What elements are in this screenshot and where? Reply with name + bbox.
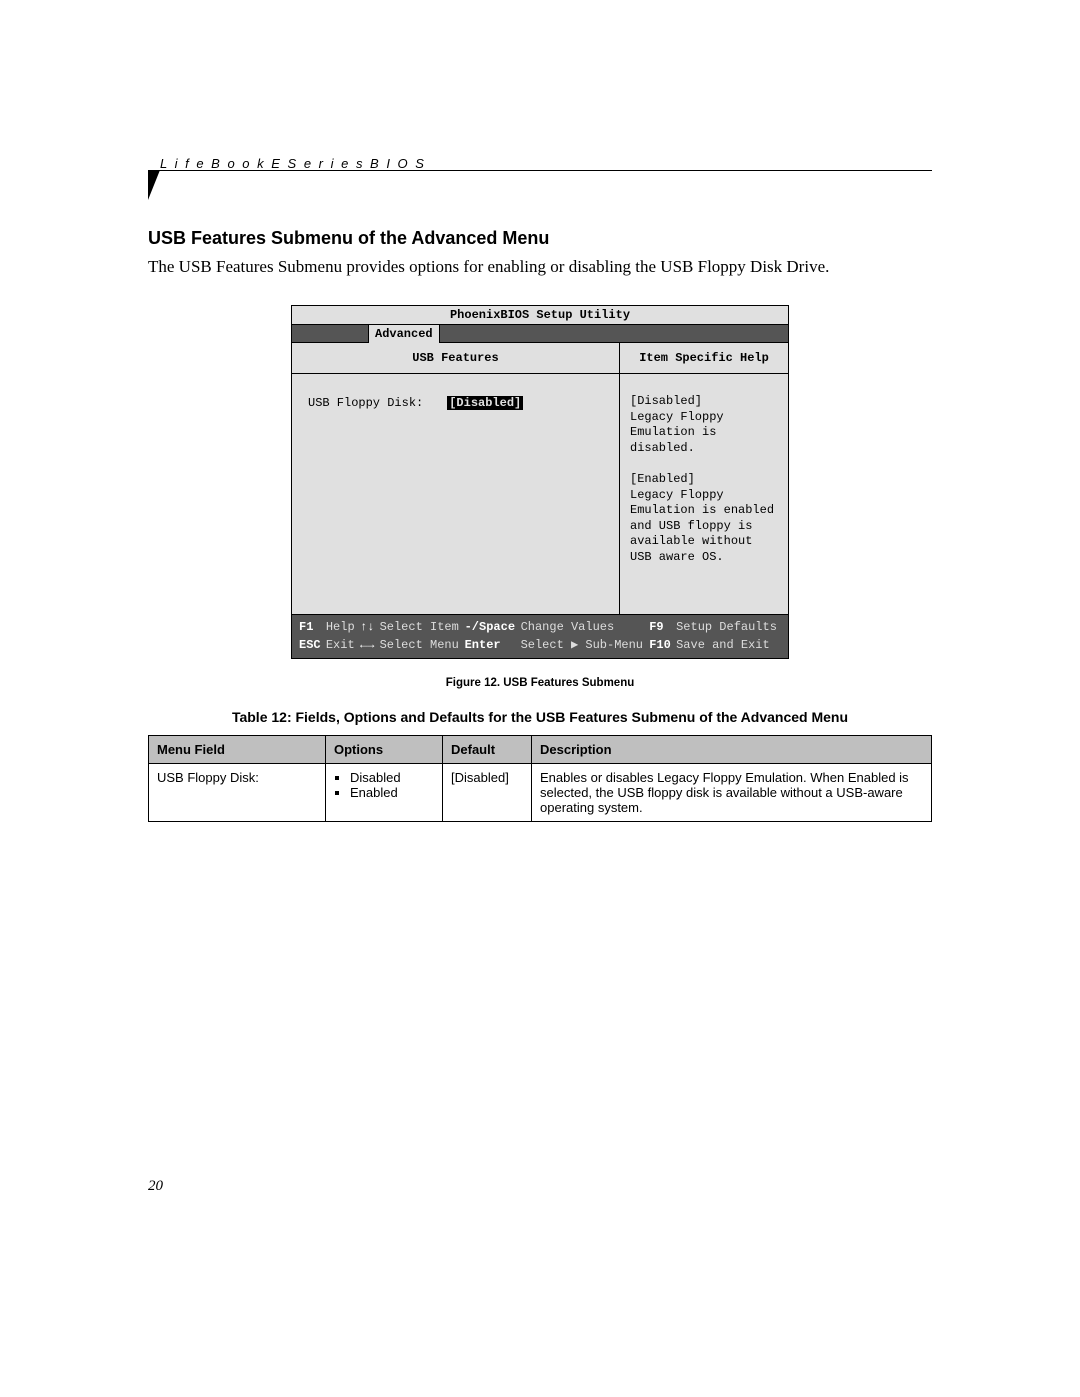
bios-action-help: Help (325, 618, 359, 636)
bios-action-exit: Exit (325, 636, 359, 654)
bios-action-setup-defaults: Setup Defaults (675, 618, 782, 636)
option-disabled: Disabled (350, 770, 434, 785)
td-default: [Disabled] (443, 764, 532, 822)
figure-caption: Figure 12. USB Features Submenu (148, 677, 932, 689)
page-number: 20 (148, 1178, 163, 1195)
section-heading: USB Features Submenu of the Advanced Men… (148, 228, 932, 249)
bios-key-esc[interactable]: ESC (299, 638, 321, 652)
td-description: Enables or disables Legacy Floppy Emulat… (532, 764, 932, 822)
bios-setting-value[interactable]: [Disabled] (447, 396, 523, 410)
intro-paragraph: The USB Features Submenu provides option… (148, 257, 932, 277)
table-caption: Table 12: Fields, Options and Defaults f… (148, 709, 932, 725)
td-options: Disabled Enabled (326, 764, 443, 822)
bios-right-pane-title: Item Specific Help (620, 343, 788, 373)
td-field: USB Floppy Disk: (149, 764, 326, 822)
running-head: L i f e B o o k E S e r i e s B I O S (148, 160, 932, 190)
table-row: USB Floppy Disk: Disabled Enabled [Disab… (149, 764, 932, 822)
th-menu-field: Menu Field (149, 736, 326, 764)
bios-left-pane-title: USB Features (292, 343, 620, 373)
option-enabled: Enabled (350, 785, 434, 800)
bios-title: PhoenixBIOS Setup Utility (292, 306, 788, 325)
bios-action-select-item: Select Item (379, 618, 464, 636)
bios-key-f10[interactable]: F10 (649, 638, 671, 652)
running-head-text: L i f e B o o k E S e r i e s B I O S (160, 156, 426, 171)
bios-subheader: USB Features Item Specific Help (292, 343, 788, 374)
bios-tab-advanced[interactable]: Advanced (368, 325, 440, 343)
bios-action-change-values: Change Values (520, 618, 649, 636)
bios-action-save-exit: Save and Exit (675, 636, 782, 654)
options-table: Menu Field Options Default Description U… (148, 735, 932, 822)
bios-footer: F1 Help ↑↓ Select Item -/Space Change Va… (292, 614, 788, 658)
th-options: Options (326, 736, 443, 764)
bios-help-pane: [Disabled] Legacy Floppy Emulation is di… (620, 374, 788, 614)
bios-key-minus-space[interactable]: -/Space (465, 620, 515, 634)
bios-key-leftright[interactable]: ←→ (360, 638, 374, 652)
th-description: Description (532, 736, 932, 764)
bios-settings-pane: USB Floppy Disk: [Disabled] (292, 374, 620, 614)
bios-setting-usb-floppy[interactable]: USB Floppy Disk: [Disabled] (308, 396, 603, 410)
bios-key-f1[interactable]: F1 (299, 620, 313, 634)
bios-key-f9[interactable]: F9 (649, 620, 663, 634)
bios-tab-spacer (440, 325, 788, 343)
bios-tabbar: Advanced (292, 325, 788, 343)
bios-setting-label: USB Floppy Disk: (308, 396, 423, 410)
bios-action-sub-menu: Select ▶ Sub-Menu (520, 636, 649, 654)
bios-tab-spacer (292, 325, 368, 343)
bios-screenshot: PhoenixBIOS Setup Utility Advanced USB F… (291, 305, 789, 659)
th-default: Default (443, 736, 532, 764)
bios-key-enter[interactable]: Enter (465, 638, 501, 652)
bios-action-select-menu: Select Menu (379, 636, 464, 654)
bios-body: USB Floppy Disk: [Disabled] [Disabled] L… (292, 374, 788, 614)
bios-key-updown[interactable]: ↑↓ (360, 620, 374, 634)
page-content: L i f e B o o k E S e r i e s B I O S US… (148, 160, 932, 822)
